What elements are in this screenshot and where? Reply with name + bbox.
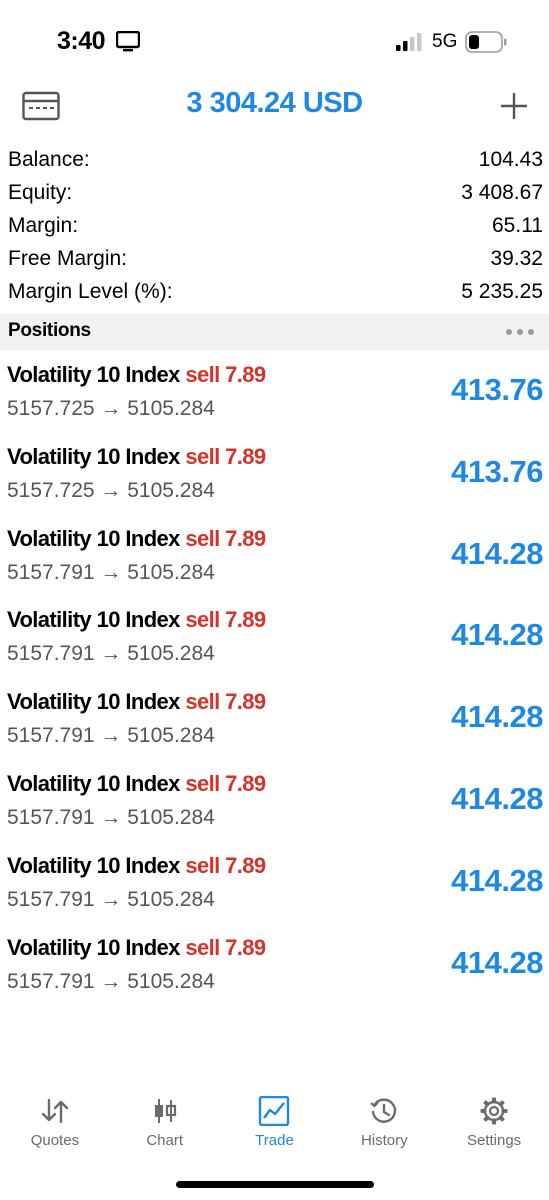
tab-label: History — [360, 1132, 408, 1149]
positions-title: Positions — [8, 320, 91, 341]
position-prices: 5157.725 → 5105.284 — [7, 478, 215, 502]
position-profit: 414.28 — [451, 617, 543, 653]
bottom-tab-bar: Quotes Chart Trade History Settings — [0, 1090, 549, 1160]
position-symbol: Volatility 10 Index — [7, 689, 180, 715]
account-total: 3 304.24 USD — [186, 87, 363, 119]
position-profit: 414.28 — [451, 944, 543, 980]
position-profit: 414.28 — [451, 535, 543, 571]
position-side: sell 7.89 — [185, 934, 266, 960]
summary-label: Free Margin: — [8, 246, 128, 270]
position-prices: 5157.791 → 5105.284 — [7, 887, 215, 911]
status-time: 3:40 — [57, 27, 106, 55]
position-row[interactable]: Volatility 10 Index sell 7.89 5157.791 →… — [0, 516, 549, 598]
plus-icon[interactable] — [498, 90, 530, 122]
position-row[interactable]: Volatility 10 Index sell 7.89 5157.791 →… — [0, 679, 549, 761]
tab-label: Settings — [466, 1132, 522, 1149]
position-row[interactable]: Volatility 10 Index sell 7.89 5157.725 →… — [0, 434, 549, 516]
position-side: sell 7.89 — [185, 852, 266, 878]
trade-icon — [259, 1096, 290, 1126]
summary-row-balance: Balance: 104.43 — [0, 143, 549, 176]
summary-value: 104.43 — [478, 147, 543, 171]
status-bar: 3:40 5G — [0, 0, 549, 80]
position-prices: 5157.791 → 5105.284 — [7, 969, 215, 993]
battery-icon — [465, 31, 507, 53]
chart-icon — [154, 1099, 176, 1123]
summary-label: Margin: — [8, 213, 79, 237]
tab-history[interactable]: History — [329, 1090, 439, 1160]
position-prices: 5157.791 → 5105.284 — [7, 560, 215, 584]
position-side: sell 7.89 — [185, 607, 266, 633]
account-header: 3 304.24 USD — [0, 82, 549, 132]
summary-label: Balance: — [8, 147, 90, 171]
position-symbol: Volatility 10 Index — [7, 443, 180, 469]
summary-row-margin: Margin: 65.11 — [0, 209, 549, 242]
position-profit: 413.76 — [451, 372, 543, 407]
tab-settings[interactable]: Settings — [439, 1090, 549, 1160]
position-row[interactable]: Volatility 10 Index sell 7.89 5157.791 →… — [0, 925, 549, 1007]
summary-label: Equity: — [8, 180, 73, 204]
position-side: sell 7.89 — [185, 443, 266, 469]
position-symbol: Volatility 10 Index — [7, 362, 180, 387]
tab-trade[interactable]: Trade — [220, 1090, 330, 1160]
summary-row-free-margin: Free Margin: 39.32 — [0, 242, 549, 275]
summary-value: 5 235.25 — [461, 279, 543, 303]
summary-row-margin-level: Margin Level (%): 5 235.25 — [0, 275, 549, 308]
position-symbol: Volatility 10 Index — [7, 852, 180, 878]
network-type: 5G — [432, 31, 458, 52]
position-symbol: Volatility 10 Index — [7, 770, 180, 796]
position-symbol: Volatility 10 Index — [7, 934, 180, 960]
position-profit: 414.28 — [451, 862, 543, 898]
history-icon — [370, 1098, 397, 1123]
screen-mirroring-icon — [116, 31, 140, 52]
position-symbol: Volatility 10 Index — [7, 525, 180, 551]
positions-section-header: Positions — [0, 314, 549, 350]
position-prices: 5157.791 → 5105.284 — [7, 724, 215, 748]
position-row[interactable]: Volatility 10 Index sell 7.89 5157.791 →… — [0, 843, 549, 925]
position-side: sell 7.89 — [185, 362, 266, 387]
summary-value: 39.32 — [490, 246, 543, 270]
tab-quotes[interactable]: Quotes — [0, 1090, 110, 1160]
position-row[interactable]: Volatility 10 Index sell 7.89 5157.791 →… — [0, 761, 549, 843]
position-symbol: Volatility 10 Index — [7, 607, 180, 633]
quotes-icon — [41, 1098, 69, 1124]
signal-icon — [396, 33, 422, 51]
position-profit: 414.28 — [451, 699, 543, 735]
positions-list: Volatility 10 Index sell 7.89 5157.725 →… — [0, 352, 549, 1006]
home-indicator[interactable] — [176, 1181, 374, 1188]
tab-label: Trade — [255, 1132, 294, 1149]
position-side: sell 7.89 — [185, 689, 266, 715]
tab-label: Quotes — [30, 1132, 80, 1149]
position-prices: 5157.791 → 5105.284 — [7, 805, 215, 829]
summary-label: Margin Level (%): — [8, 279, 173, 303]
account-summary: Balance: 104.43 Equity: 3 408.67 Margin:… — [0, 143, 549, 308]
summary-row-equity: Equity: 3 408.67 — [0, 176, 549, 209]
position-row[interactable]: Volatility 10 Index sell 7.89 5157.791 →… — [0, 597, 549, 679]
position-side: sell 7.89 — [185, 770, 266, 796]
settings-icon — [480, 1097, 508, 1125]
tab-chart[interactable]: Chart — [110, 1090, 220, 1160]
position-profit: 414.28 — [451, 780, 543, 816]
tab-label: Chart — [146, 1132, 184, 1149]
summary-value: 65.11 — [492, 213, 543, 237]
summary-value: 3 408.67 — [461, 180, 543, 204]
position-profit: 413.76 — [451, 453, 543, 489]
more-icon[interactable] — [505, 328, 535, 336]
position-row[interactable]: Volatility 10 Index sell 7.89 5157.725 →… — [0, 352, 549, 434]
position-prices: 5157.725 → 5105.284 — [7, 397, 215, 420]
position-prices: 5157.791 → 5105.284 — [7, 642, 215, 666]
position-side: sell 7.89 — [185, 525, 266, 551]
